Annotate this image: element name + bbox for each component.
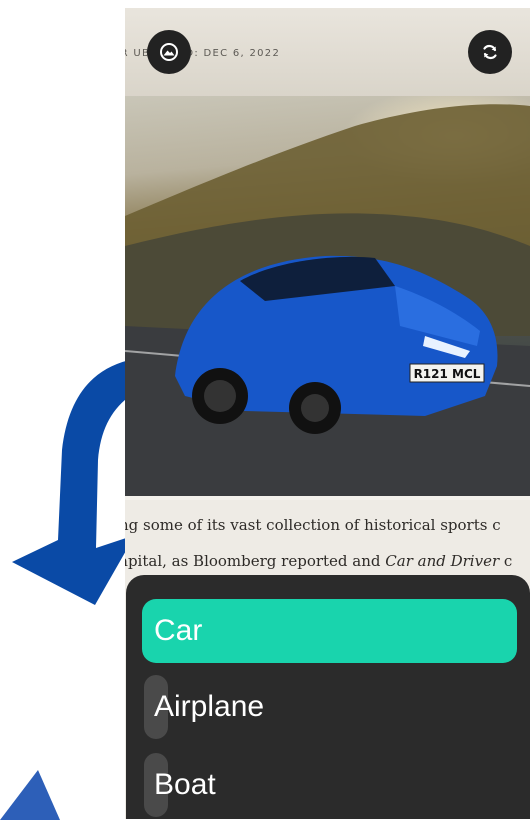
option-boat[interactable]: Boat bbox=[142, 753, 517, 817]
sports-car-illustration: R121 MCL bbox=[125, 104, 530, 496]
license-plate: R121 MCL bbox=[414, 367, 481, 381]
gallery-button[interactable] bbox=[147, 30, 191, 74]
option-airplane[interactable]: Airplane bbox=[142, 675, 517, 739]
corner-decoration bbox=[0, 770, 60, 820]
option-label: Car bbox=[154, 614, 203, 647]
car-photo: R121 MCL bbox=[125, 96, 530, 496]
refresh-icon bbox=[483, 44, 497, 60]
option-car[interactable]: Car bbox=[142, 599, 517, 663]
gallery-icon bbox=[160, 43, 178, 61]
article-line-2-italic: Car and Driver bbox=[385, 552, 500, 570]
classification-menu: Car Airplane Boat bbox=[126, 575, 530, 819]
option-label: Boat bbox=[154, 768, 216, 801]
article-line-2-end: c bbox=[499, 552, 513, 570]
article-line-2-text: apital, as Bloomberg reported and bbox=[125, 552, 386, 570]
camera-viewport: ER UBLISHED: DEC 6, 2022 R121 MCL ng som… bbox=[125, 8, 530, 819]
option-label: Airplane bbox=[154, 690, 265, 723]
article-line-1: ng some of its vast collection of histor… bbox=[125, 516, 501, 534]
article-line-2: apital, as Bloomberg reported and Car an… bbox=[125, 552, 512, 570]
refresh-button[interactable] bbox=[468, 30, 512, 74]
